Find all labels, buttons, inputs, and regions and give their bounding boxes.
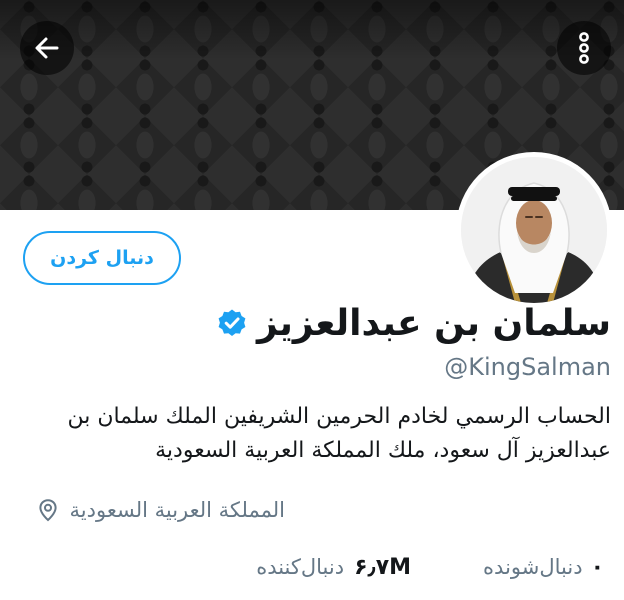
profile-name-row: سلمان بن عبدالعزيز (217, 295, 611, 351)
followers-label: دنبال‌کننده (256, 555, 345, 579)
arrow-left-icon (35, 37, 59, 59)
profile-location: المملكة العربية السعودية (36, 492, 285, 528)
verified-badge-icon (218, 309, 246, 336)
following-count: ۰ (590, 554, 604, 580)
profile-avatar[interactable] (456, 152, 612, 308)
location-pin-icon (38, 499, 57, 522)
followers-count: ۶٫۷M (354, 554, 412, 580)
following-label: دنبال‌شونده (483, 555, 583, 579)
location-text: المملكة العربية السعودية (69, 498, 285, 522)
following-stat[interactable]: ۰ دنبال‌شونده (483, 555, 604, 580)
more-options-button[interactable] (557, 21, 611, 75)
profile-bio: الحساب الرسمي لخادم الحرمين الشريفين الم… (67, 404, 611, 463)
back-button[interactable] (20, 21, 74, 75)
more-vertical-icon (579, 32, 589, 64)
followers-stat[interactable]: ۶٫۷M دنبال‌کننده (256, 555, 411, 580)
profile-stats: ۰ دنبال‌شونده ۶٫۷M دنبال‌کننده (256, 549, 604, 585)
avatar-photo (461, 157, 607, 303)
display-name: سلمان بن عبدالعزيز (256, 302, 611, 344)
follow-button[interactable]: دنبال کردن (23, 231, 181, 285)
username-handle: @KingSalman (444, 353, 611, 381)
